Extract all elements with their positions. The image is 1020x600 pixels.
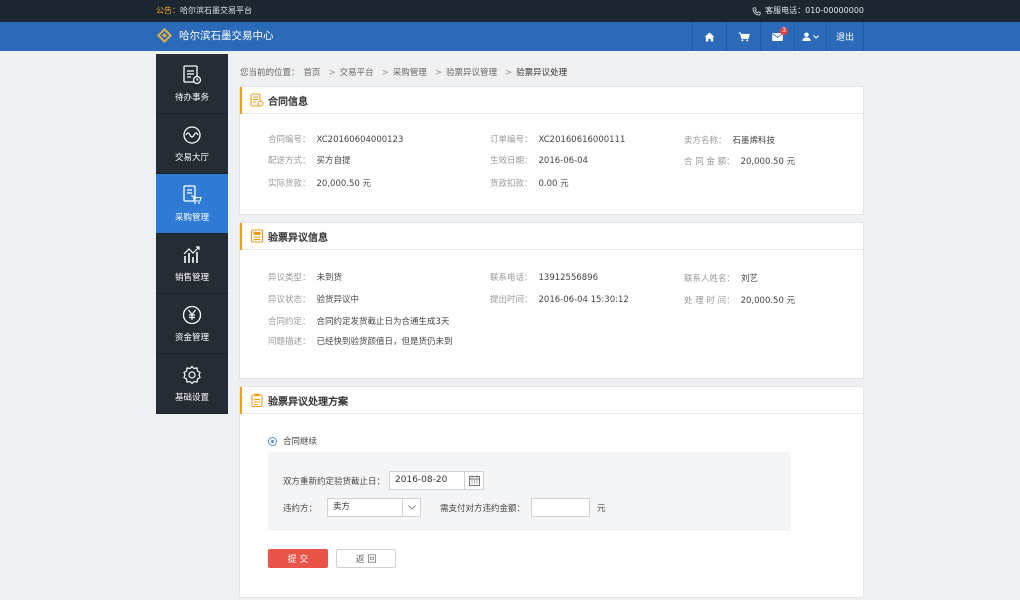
home-icon [704, 31, 715, 42]
header-actions: 3 退出 [692, 22, 864, 51]
breach-party-row: 违约方： 卖方 需支付对方违约金额： 元 [283, 498, 606, 517]
radio-label: 合同继续 [283, 437, 318, 447]
back-button[interactable]: 返 回 [336, 549, 396, 568]
sales-chart-icon [183, 245, 200, 263]
chevron-down-icon [813, 34, 819, 39]
sidebar-item-sales[interactable]: 销售管理 [156, 234, 228, 294]
breach-party-select[interactable]: 卖方 [327, 498, 422, 517]
field-delivery-method: 配送方式： 买方自提 [268, 156, 351, 166]
penalty-amount-input[interactable] [531, 498, 591, 517]
user-menu-button[interactable] [794, 22, 826, 51]
home-button[interactable] [692, 22, 726, 51]
breadcrumb-home[interactable]: 首页 [304, 68, 321, 78]
field-payment-deduction: 货款扣款： 0.00 元 [490, 179, 569, 189]
field-problem-description: 问题描述： 已经快到验货颜值日，但是货仍未到 [268, 337, 453, 347]
service-hotline: 客服电话：010-00000000 [752, 0, 864, 22]
field-order-no: 订单编号： XC20160616000111 [490, 135, 626, 145]
field-contract-no: 合同编号： XC20160604000123 [268, 135, 404, 145]
sidebar-item-label: 采购管理 [174, 212, 209, 223]
objection-info-panel: 验票异议信息 异议类型： 未到货 联系电话： 13912556896 联系人姓名：刘… [239, 222, 864, 379]
mail-count-badge: 3 [780, 27, 788, 35]
breadcrumb-prefix: 您当前的位置： [240, 68, 300, 78]
breadcrumb-trade-platform[interactable]: 交易平台 [340, 68, 374, 78]
breadcrumb-objection-mgmt[interactable]: 验票异议管理 [446, 68, 497, 78]
sidebar-item-label: 交易大厅 [174, 152, 209, 163]
site-name: 哈尔滨石墨交易中心 [179, 30, 274, 42]
logout-button[interactable]: 退出 [826, 22, 864, 51]
field-seller-name: 卖方名称： 石墨烯科技 [684, 136, 776, 146]
calendar-button[interactable] [465, 471, 485, 490]
renewed-date-label: 双方重新约定验货截止日： [283, 476, 386, 487]
announcement: 公告：哈尔滨石墨交易平台 [156, 0, 252, 22]
field-objection-type: 异议类型： 未到货 [268, 273, 343, 283]
field-contract-agreement: 合同约定： 合同约定发货截止日为合通生成3天 [268, 317, 450, 327]
breadcrumb-purchase[interactable]: 采购管理 [393, 68, 427, 78]
user-icon [802, 32, 811, 41]
notice-bar: 公告：哈尔滨石墨交易平台 客服电话：010-00000000 [0, 0, 1020, 22]
cart-icon [738, 31, 750, 41]
objection-plan-panel: 验票异议处理方案 合同继续 双方重新约定验货截止日： 2016-08-20 违约… [239, 386, 864, 598]
contract-info-panel: 合同信息 合同编号： XC20160604000123 订单编号： XC201606… [239, 86, 864, 215]
gear-icon [183, 365, 201, 384]
hotline-text: 客服电话：010-00000000 [765, 6, 864, 15]
yuan-icon [182, 305, 202, 324]
panel-header: 验票异议信息 [240, 223, 863, 250]
sidebar-item-settings[interactable]: 基础设置 [156, 354, 228, 414]
sidebar: 待办事务 交易大厅 采购管理 销售管理 资金管理 基础设置 [156, 54, 228, 414]
chevron-down-icon [402, 499, 420, 516]
sidebar-item-label: 待办事务 [174, 92, 209, 103]
field-contract-amount: 合 同 金 额： 20,000.50 元 [684, 157, 796, 167]
objection-doc-icon [250, 229, 264, 243]
contract-doc-icon [250, 93, 264, 107]
renewed-date-input[interactable]: 2016-08-20 [389, 471, 466, 490]
sidebar-item-label: 资金管理 [174, 332, 209, 343]
field-contact-phone: 联系电话： 13912556896 [490, 273, 599, 283]
penalty-amount-label: 需支付对方违约金额： [440, 503, 526, 514]
sidebar-item-label: 销售管理 [174, 272, 209, 283]
field-submit-time: 提出时间： 2016-06-04 15:30:12 [490, 295, 629, 305]
breadcrumb-current: 验票异议处理 [516, 68, 568, 78]
sidebar-item-todo[interactable]: 待办事务 [156, 54, 228, 114]
field-effective-date: 生效日期： 2016-06-04 [490, 156, 588, 166]
purchase-cart-icon [183, 184, 202, 204]
panel-title: 验票异议处理方案 [268, 396, 348, 408]
panel-header: 验票异议处理方案 [240, 387, 863, 414]
field-process-time: 处 理 时 间： 20,000.50 元 [684, 296, 796, 306]
field-contact-name: 联系人姓名： 刘艺 [684, 274, 759, 284]
field-actual-payment: 实际货款： 20,000.50 元 [268, 179, 371, 189]
site-logo[interactable]: 哈尔滨石墨交易中心 [156, 27, 274, 44]
trade-hall-icon [183, 125, 201, 144]
announcement-text: 哈尔滨石墨交易平台 [180, 6, 252, 15]
submit-button[interactable]: 提 交 [268, 549, 328, 568]
phone-icon [752, 6, 761, 16]
sidebar-item-label: 基础设置 [174, 392, 209, 403]
plan-form-box: 双方重新约定验货截止日： 2016-08-20 违约方： 卖方 需支付对方违约金… [268, 452, 791, 531]
field-objection-status: 异议状态： 验货异议中 [268, 295, 360, 305]
todo-icon [183, 64, 202, 84]
breach-party-label: 违约方： [283, 503, 318, 514]
penalty-amount-unit: 元 [597, 503, 606, 514]
breadcrumb: 您当前的位置： 首页 > 交易平台 > 采购管理 > 验票异议管理 > 验票异议处理 [240, 68, 568, 78]
plan-clipboard-icon [251, 393, 263, 407]
panel-title: 合同信息 [268, 96, 308, 108]
panel-title: 验票异议信息 [268, 232, 328, 244]
renewed-date-row: 双方重新约定验货截止日： 2016-08-20 [283, 471, 485, 490]
sidebar-item-purchase[interactable]: 采购管理 [156, 174, 228, 234]
breach-party-value: 卖方 [333, 502, 351, 512]
mail-button[interactable]: 3 [760, 22, 794, 51]
sidebar-item-funds[interactable]: 资金管理 [156, 294, 228, 354]
panel-header: 合同信息 [240, 87, 863, 114]
announcement-label: 公告： [156, 6, 180, 15]
app-header: 哈尔滨石墨交易中心 3 退出 [0, 22, 1020, 51]
calendar-icon [468, 475, 480, 486]
contract-continue-radio[interactable]: 合同继续 [268, 435, 317, 447]
logo-icon [156, 27, 173, 44]
cart-button[interactable] [726, 22, 760, 51]
radio-selected-icon [268, 436, 277, 446]
sidebar-item-trade-hall[interactable]: 交易大厅 [156, 114, 228, 174]
